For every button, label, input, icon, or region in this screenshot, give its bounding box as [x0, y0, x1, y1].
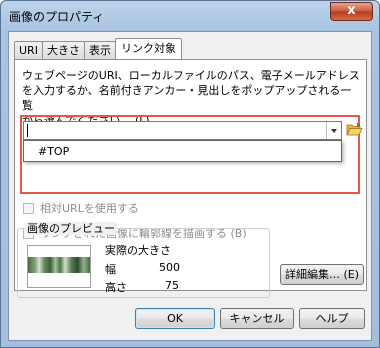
image-preview-heading: 画像のプレビュー	[25, 222, 117, 235]
tab-display[interactable]: 表示	[83, 41, 116, 59]
open-folder-icon	[346, 122, 363, 136]
tab-size[interactable]: 大きさ	[41, 41, 85, 59]
anchor-dropdown-list: #TOP	[23, 140, 342, 162]
close-button[interactable]: x	[330, 2, 373, 21]
width-value: 500	[159, 261, 180, 274]
relative-url-checkbox[interactable]	[23, 202, 34, 214]
dropdown-button[interactable]	[326, 122, 341, 139]
dropdown-option-top[interactable]: #TOP	[38, 145, 69, 158]
relative-url-label: 相対URLを使用する	[40, 202, 139, 215]
height-value: 75	[165, 279, 179, 292]
image-properties-dialog: 画像のプロパティ x URI 大きさ 表示 リンク対象 ウェブページのURI、ロ…	[0, 0, 380, 348]
tab-strip: URI 大きさ 表示 リンク対象	[14, 38, 182, 59]
ok-button[interactable]: OK	[135, 308, 215, 329]
link-uri-combobox[interactable]	[23, 121, 342, 140]
cancel-button[interactable]: キャンセル	[220, 308, 294, 329]
tab-link-target[interactable]: リンク対象	[114, 38, 182, 59]
actual-size-label: 実際の大きさ	[105, 244, 171, 257]
tab-uri[interactable]: URI	[14, 41, 43, 59]
chevron-down-icon	[331, 129, 337, 133]
window-title: 画像のプロパティ	[9, 10, 105, 24]
preview-image	[28, 257, 90, 273]
width-label: 幅	[105, 263, 116, 276]
text-cursor	[27, 124, 28, 137]
image-preview-group: 画像のプレビュー 実際の大きさ 幅 500 高さ 75	[17, 222, 270, 298]
image-preview-thumbnail	[27, 245, 91, 288]
advanced-edit-button[interactable]: 詳細編集… (E)	[280, 264, 364, 285]
help-button[interactable]: ヘルプ	[299, 308, 365, 329]
title-bar[interactable]: 画像のプロパティ x	[1, 1, 379, 31]
height-label: 高さ	[105, 281, 127, 294]
description-line: を入力するか、名前付きアンカー・見出しをポップアップされる一覧	[22, 84, 352, 112]
relative-url-option[interactable]: 相対URLを使用する	[23, 200, 139, 216]
dialog-body: URI 大きさ 表示 リンク対象 ウェブページのURI、ローカルファイルのパス、…	[8, 31, 372, 341]
description-line: ウェブページのURI、ローカルファイルのパス、電子メールアドレス	[22, 69, 360, 82]
browse-file-button[interactable]	[346, 121, 363, 138]
